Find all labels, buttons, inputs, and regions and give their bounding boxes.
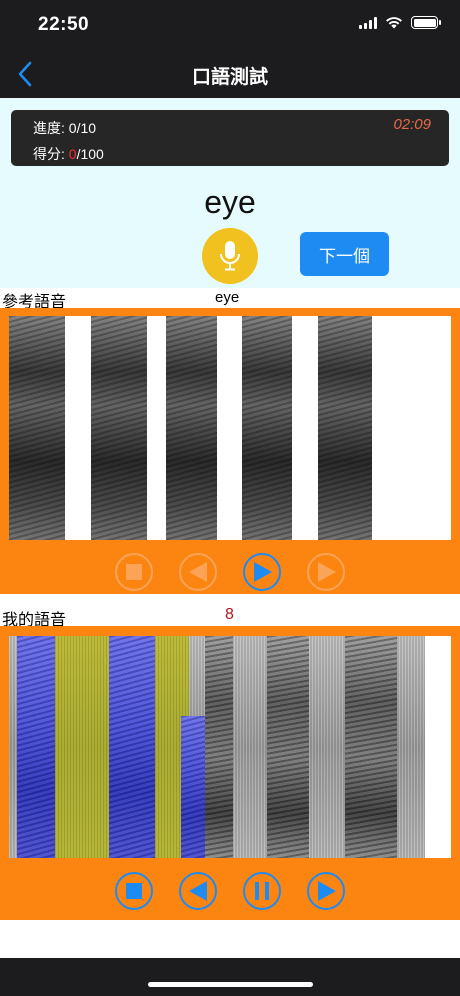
status-panel: 進度: 0/10 得分: 0/100 02:09 bbox=[11, 110, 449, 166]
reference-forward-button[interactable] bbox=[307, 553, 345, 591]
play-icon bbox=[254, 562, 272, 582]
reference-play-button[interactable] bbox=[243, 553, 281, 591]
mine-controls bbox=[0, 867, 460, 915]
microphone-icon bbox=[220, 241, 240, 271]
spectrogram-segment bbox=[166, 316, 217, 540]
progress-value: 0/10 bbox=[68, 120, 97, 136]
mine-score: 8 bbox=[225, 606, 234, 623]
stop-icon bbox=[126, 564, 142, 580]
reference-panel bbox=[0, 308, 460, 594]
progress-text: 進度: 0/10 bbox=[33, 118, 96, 138]
reference-controls bbox=[0, 548, 460, 596]
score-text: 得分: 0/100 bbox=[33, 144, 104, 164]
status-icons bbox=[359, 16, 441, 29]
mine-spectrogram bbox=[9, 636, 451, 858]
highlight-segment-blue bbox=[17, 636, 55, 858]
test-header: 進度: 0/10 得分: 0/100 02:09 eye 下一個 bbox=[0, 98, 460, 288]
battery-icon bbox=[411, 16, 441, 29]
record-button[interactable] bbox=[202, 228, 258, 284]
score-value: 0 bbox=[68, 146, 77, 162]
home-indicator-bar bbox=[0, 958, 460, 996]
reference-stop-button[interactable] bbox=[115, 553, 153, 591]
highlight-segment-yellow bbox=[55, 636, 109, 858]
mine-rewind-button[interactable] bbox=[179, 872, 217, 910]
score-total: /100 bbox=[76, 146, 104, 162]
status-time: 22:50 bbox=[38, 14, 90, 35]
highlight-segment-blue bbox=[109, 636, 155, 858]
reference-spectrogram bbox=[9, 316, 451, 540]
prompt-word: eye bbox=[204, 184, 256, 220]
navigation-bar: 口語測試 bbox=[0, 50, 460, 98]
page-title: 口語測試 bbox=[191, 67, 268, 88]
highlight-segment-blue bbox=[181, 716, 205, 858]
mine-play-button[interactable] bbox=[307, 872, 345, 910]
play-icon bbox=[318, 881, 336, 901]
reference-rewind-button[interactable] bbox=[179, 553, 217, 591]
spectrogram-segment bbox=[318, 316, 372, 540]
home-indicator[interactable] bbox=[148, 982, 313, 987]
progress-label: 進度: bbox=[33, 120, 69, 136]
rewind-icon bbox=[189, 881, 207, 901]
reference-label-row: 參考語音 eye bbox=[0, 288, 460, 311]
rewind-icon bbox=[189, 562, 207, 582]
mine-label-row: 我的語音 8 bbox=[0, 606, 460, 629]
pause-icon bbox=[255, 882, 269, 900]
cellular-signal-icon bbox=[359, 16, 377, 29]
wifi-icon bbox=[386, 17, 402, 29]
mine-stop-button[interactable] bbox=[115, 872, 153, 910]
mine-pause-button[interactable] bbox=[243, 872, 281, 910]
spectrogram-segment bbox=[9, 316, 65, 540]
score-label: 得分: bbox=[33, 146, 69, 162]
spectrogram-segment bbox=[91, 316, 147, 540]
spectrogram-segment bbox=[267, 636, 309, 858]
stop-icon bbox=[126, 883, 142, 899]
spectrogram-segment bbox=[345, 636, 397, 858]
spectrogram-segment bbox=[242, 316, 292, 540]
reference-word: eye bbox=[215, 289, 240, 306]
forward-icon bbox=[318, 562, 336, 582]
next-button[interactable]: 下一個 bbox=[300, 232, 389, 276]
mine-panel bbox=[0, 626, 460, 920]
spectrogram-segment bbox=[205, 636, 233, 858]
countdown-timer: 02:09 bbox=[393, 116, 431, 133]
status-bar: 22:50 bbox=[0, 0, 460, 50]
